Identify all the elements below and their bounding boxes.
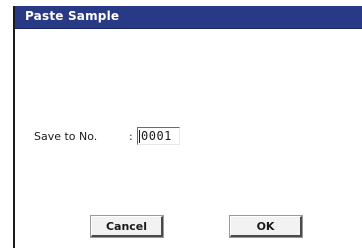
cancel-button[interactable]: Cancel (90, 215, 164, 238)
save-to-no-label: Save to No. (34, 130, 98, 143)
dialog-titlebar: Paste Sample (15, 6, 362, 29)
dialog-title: Paste Sample (25, 9, 120, 23)
save-to-no-field[interactable]: 0001 (137, 127, 180, 145)
ok-button-label: OK (256, 219, 275, 233)
text-caret (139, 130, 140, 143)
paste-sample-dialog: Paste Sample Save to No. : 0001 Cancel O… (13, 6, 362, 248)
field-separator: : (129, 130, 133, 143)
save-to-no-value: 0001 (141, 129, 172, 143)
cancel-button-label: Cancel (105, 219, 148, 233)
ok-button[interactable]: OK (229, 215, 303, 238)
